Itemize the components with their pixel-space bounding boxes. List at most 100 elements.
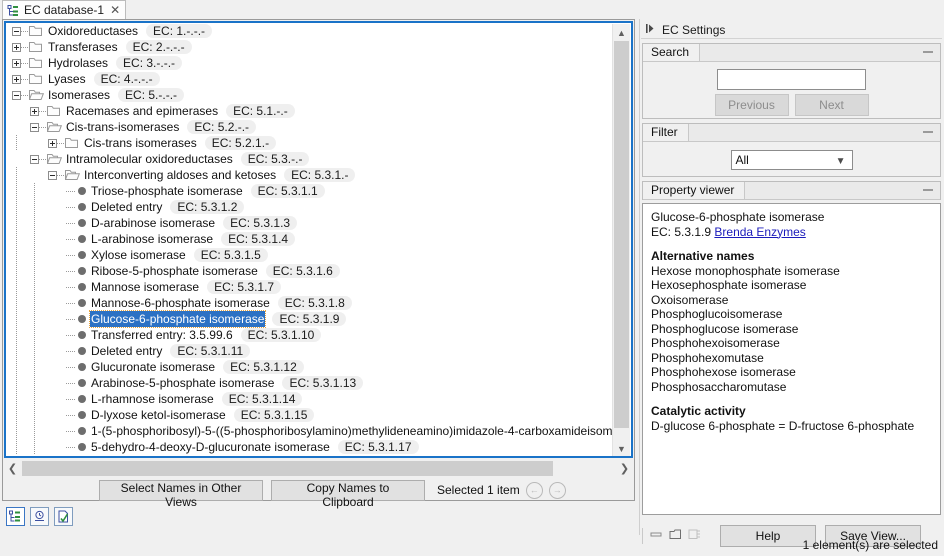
expand-icon[interactable]	[12, 75, 21, 84]
tree-item-label[interactable]: Interconverting aldoses and ketoses	[83, 167, 277, 183]
tree-view-icon[interactable]	[6, 507, 25, 526]
tree-row[interactable]: Intramolecular oxidoreductasesEC: 5.3.-.…	[6, 151, 616, 167]
alternative-name: Oxoisomerase	[651, 293, 932, 308]
collapse-icon[interactable]	[12, 91, 21, 100]
tree-row[interactable]: 1-(5-phosphoribosyl)-5-((5-phosphoribosy…	[6, 423, 616, 439]
tree-item-label[interactable]: L-rhamnose isomerase	[90, 391, 215, 407]
tree-item-label[interactable]: Ribose-5-phosphate isomerase	[90, 263, 259, 279]
minimize-panel-icon[interactable]	[650, 529, 663, 543]
tree-item-label[interactable]: Transferred entry: 3.5.99.6	[90, 327, 234, 343]
tree-item-label[interactable]: Mannose-6-phosphate isomerase	[90, 295, 271, 311]
scroll-down-icon[interactable]: ▼	[613, 440, 630, 457]
filter-select[interactable]: All ▼	[731, 150, 853, 170]
tree-item-label[interactable]: L-arabinose isomerase	[90, 231, 214, 247]
tree-item-label[interactable]: Triose-phosphate isomerase	[90, 183, 244, 199]
previous-selection-icon[interactable]: ←	[526, 482, 543, 499]
dock-panel-icon[interactable]	[688, 529, 701, 543]
search-group-header[interactable]: Search	[643, 44, 940, 62]
tree-item-label[interactable]: 1-(5-phosphoribosyl)-5-((5-phosphoribosy…	[90, 423, 616, 439]
collapse-search-icon[interactable]	[923, 51, 933, 53]
tree-row[interactable]: IsomerasesEC: 5.-.-.-	[6, 87, 616, 103]
collapse-icon[interactable]	[30, 155, 39, 164]
tree-row[interactable]: Mannose-6-phosphate isomeraseEC: 5.3.1.8	[6, 295, 616, 311]
collapse-panel-icon[interactable]	[645, 23, 656, 37]
next-selection-icon[interactable]: →	[549, 482, 566, 499]
search-next-button[interactable]: Next	[795, 94, 869, 116]
tree-row[interactable]: L-rhamnose isomeraseEC: 5.3.1.14	[6, 391, 616, 407]
horizontal-scroll-thumb[interactable]	[22, 461, 553, 476]
scroll-left-icon[interactable]: ❮	[4, 460, 21, 477]
tree-row[interactable]: Transferred entry: 3.5.99.6EC: 5.3.1.10	[6, 327, 616, 343]
tree-guide-line	[34, 263, 35, 279]
tree-item-label[interactable]: Racemases and epimerases	[65, 103, 219, 119]
tree-row[interactable]: Arabinose-5-phosphate isomeraseEC: 5.3.1…	[6, 375, 616, 391]
tree-item-label[interactable]: Deleted entry	[90, 343, 163, 359]
tree-row[interactable]: Deleted entryEC: 5.3.1.2	[6, 199, 616, 215]
tree-row[interactable]: Triose-phosphate isomeraseEC: 5.3.1.1	[6, 183, 616, 199]
tree-row[interactable]: Deleted entryEC: 5.3.1.11	[6, 343, 616, 359]
tree-item-label[interactable]: Transferases	[47, 39, 119, 55]
expand-icon[interactable]	[48, 139, 57, 148]
history-view-icon[interactable]	[30, 507, 49, 526]
tree-vertical-scrollbar[interactable]: ▲ ▼	[612, 24, 630, 457]
tree-row[interactable]: Cis-trans-isomerasesEC: 5.2.-.-	[6, 119, 616, 135]
search-input[interactable]	[717, 69, 866, 90]
property-viewer-header[interactable]: Property viewer	[643, 182, 940, 200]
tree-row[interactable]: Ribose-5-phosphate isomeraseEC: 5.3.1.6	[6, 263, 616, 279]
tree-row[interactable]: Racemases and epimerasesEC: 5.1.-.-	[6, 103, 616, 119]
tree-item-label[interactable]: Hydrolases	[47, 55, 109, 71]
expand-icon[interactable]	[12, 43, 21, 52]
tree-row[interactable]: TransferasesEC: 2.-.-.-	[6, 39, 616, 55]
ec-tree[interactable]: OxidoreductasesEC: 1.-.-.-TransferasesEC…	[6, 23, 616, 456]
tree-row[interactable]: Glucose-6-phosphate isomeraseEC: 5.3.1.9	[6, 311, 616, 327]
tree-item-label-selected[interactable]: Glucose-6-phosphate isomerase	[90, 311, 265, 327]
tree-item-label[interactable]: Xylose isomerase	[90, 247, 187, 263]
tree-item-label[interactable]: Isomerases	[47, 87, 111, 103]
tree-item-label[interactable]: Arabinose-5-phosphate isomerase	[90, 375, 275, 391]
expand-icon[interactable]	[30, 107, 39, 116]
tree-horizontal-scrollbar[interactable]: ❮ ❯	[4, 460, 633, 477]
tree-row[interactable]: D-lyxose ketol-isomeraseEC: 5.3.1.15	[6, 407, 616, 423]
tree-item-label[interactable]: D-arabinose isomerase	[90, 215, 216, 231]
collapse-icon[interactable]	[48, 171, 57, 180]
brenda-enzymes-link[interactable]: Brenda Enzymes	[714, 225, 805, 239]
select-names-in-other-views-button[interactable]: Select Names in Other Views	[99, 480, 263, 501]
tree-item-label[interactable]: D-lyxose ketol-isomerase	[90, 407, 227, 423]
tree-item-label[interactable]: Cis-trans-isomerases	[65, 119, 180, 135]
tree-row[interactable]: LyasesEC: 4.-.-.-	[6, 71, 616, 87]
collapse-icon[interactable]	[30, 123, 39, 132]
help-button[interactable]: Help	[720, 525, 816, 547]
tree-row[interactable]: Interconverting aldoses and ketosesEC: 5…	[6, 167, 616, 183]
tree-item-label[interactable]: Mannose isomerase	[90, 279, 200, 295]
tree-item-label[interactable]: Lyases	[47, 71, 87, 87]
tree-row[interactable]: HydrolasesEC: 3.-.-.-	[6, 55, 616, 71]
filter-group-header[interactable]: Filter	[643, 124, 940, 142]
vertical-scroll-thumb[interactable]	[614, 41, 629, 428]
restore-panel-icon[interactable]	[669, 529, 682, 543]
tree-row[interactable]: 5-dehydro-4-deoxy-D-glucuronate isomeras…	[6, 439, 616, 455]
scroll-right-icon[interactable]: ❯	[616, 460, 633, 477]
tree-row[interactable]: L-arabinose isomeraseEC: 5.3.1.4	[6, 231, 616, 247]
collapse-property-viewer-icon[interactable]	[923, 189, 933, 191]
close-icon[interactable]: ✕	[110, 4, 120, 16]
tree-row[interactable]: Xylose isomeraseEC: 5.3.1.5	[6, 247, 616, 263]
tree-row[interactable]: Mannose isomeraseEC: 5.3.1.7	[6, 279, 616, 295]
tree-item-label[interactable]: Cis-trans isomerases	[83, 135, 198, 151]
tree-row[interactable]: Glucuronate isomeraseEC: 5.3.1.12	[6, 359, 616, 375]
tree-item-label[interactable]: Glucuronate isomerase	[90, 359, 216, 375]
tab-ec-database-1[interactable]: EC database-1 ✕	[2, 0, 126, 19]
tree-item-label[interactable]: Intramolecular oxidoreductases	[65, 151, 234, 167]
collapse-filter-icon[interactable]	[923, 131, 933, 133]
copy-names-to-clipboard-button[interactable]: Copy Names to Clipboard	[271, 480, 425, 501]
tree-item-label[interactable]: Deleted entry	[90, 199, 163, 215]
expand-icon[interactable]	[12, 59, 21, 68]
scroll-up-icon[interactable]: ▲	[613, 24, 630, 41]
tree-item-label[interactable]: 5-dehydro-4-deoxy-D-glucuronate isomeras…	[90, 439, 331, 455]
search-previous-button[interactable]: Previous	[715, 94, 789, 116]
tree-row[interactable]: Cis-trans isomerasesEC: 5.2.1.-	[6, 135, 616, 151]
tree-row[interactable]: D-arabinose isomeraseEC: 5.3.1.3	[6, 215, 616, 231]
element-info-view-icon[interactable]	[54, 507, 73, 526]
tree-item-label[interactable]: Oxidoreductases	[47, 23, 139, 39]
tree-row[interactable]: OxidoreductasesEC: 1.-.-.-	[6, 23, 616, 39]
collapse-icon[interactable]	[12, 27, 21, 36]
